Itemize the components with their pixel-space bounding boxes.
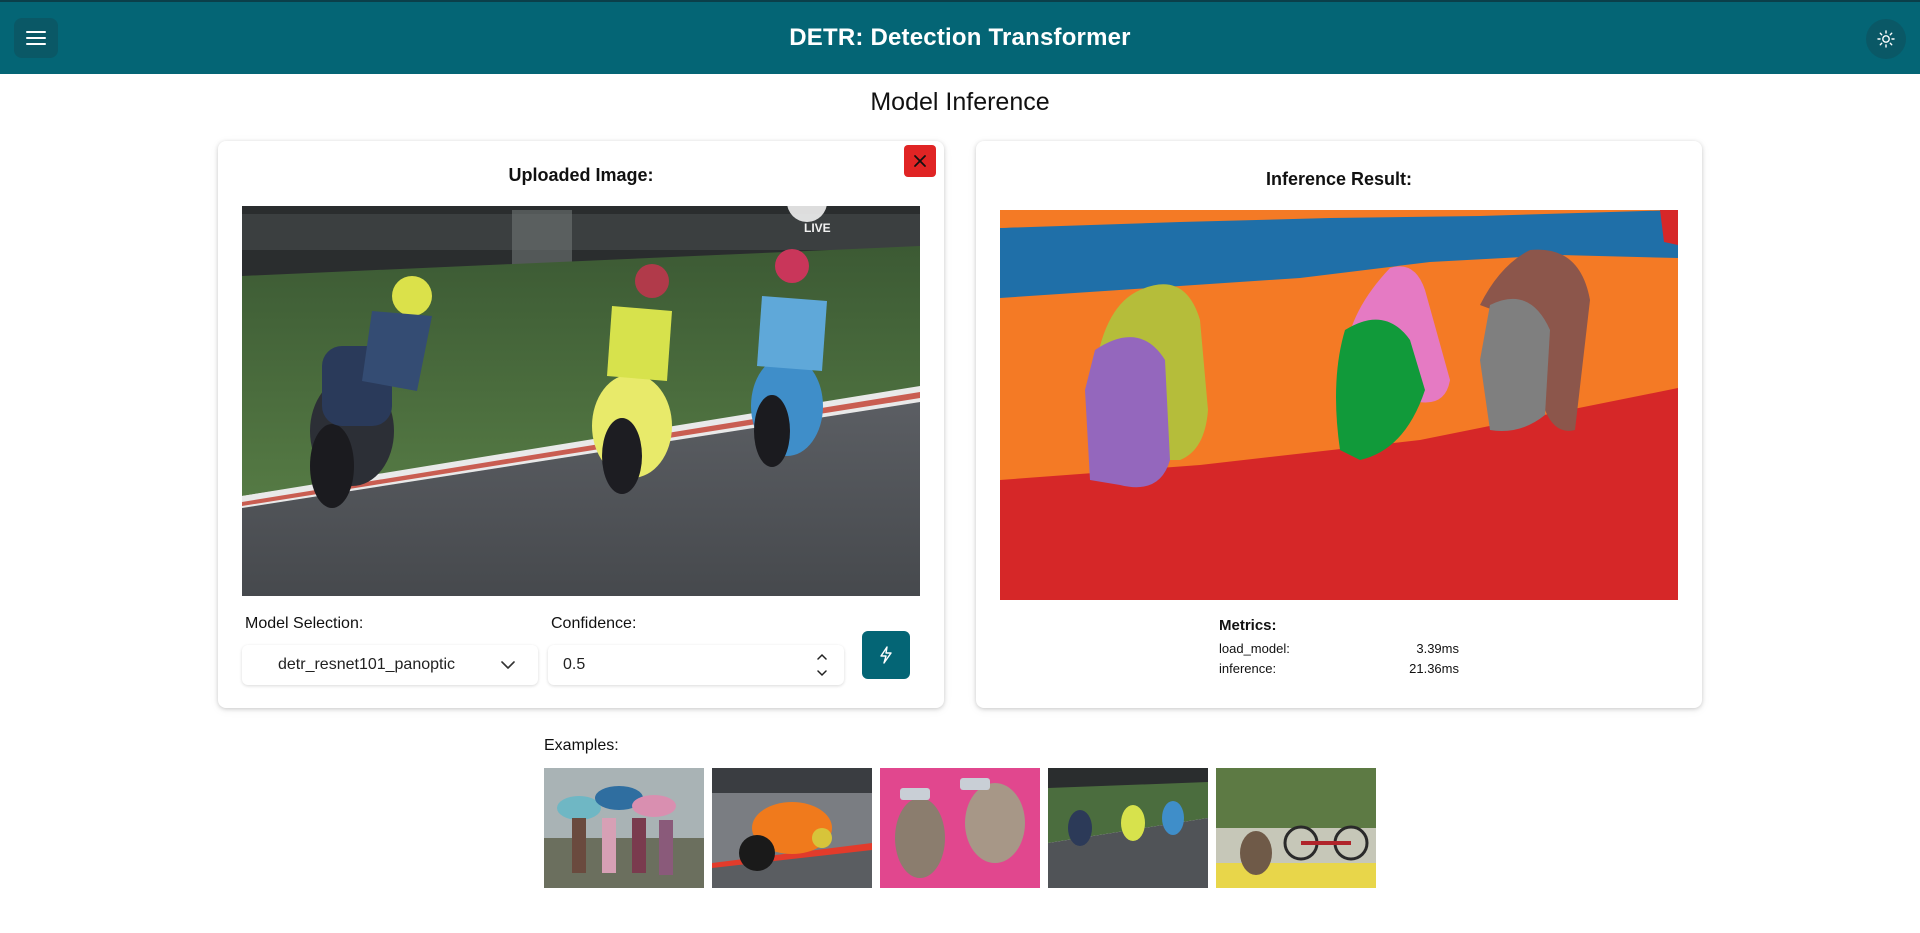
menu-button[interactable] [14, 18, 58, 58]
uploaded-image-heading: Uploaded Image: [508, 165, 654, 185]
chevron-down-icon [817, 670, 827, 677]
page-title: Model Inference [870, 88, 1050, 116]
upload-card: Uploaded Image: LIVE Model Selection: Co… [218, 141, 944, 708]
confidence-decrement-button[interactable] [814, 665, 830, 681]
lightning-icon [880, 646, 892, 664]
metric-name: load_model: [1219, 640, 1290, 656]
confidence-input[interactable] [563, 656, 763, 674]
confidence-field [548, 645, 844, 685]
metric-value: 21.36ms [1409, 660, 1459, 676]
chevron-down-icon [501, 661, 515, 669]
remove-image-button[interactable] [904, 145, 936, 177]
run-inference-button[interactable] [862, 631, 910, 679]
example-thumbnail-dog-bike[interactable] [1216, 768, 1376, 888]
confidence-increment-button[interactable] [814, 649, 830, 665]
model-select[interactable]: detr_resnet101_panoptic [242, 645, 538, 685]
uploaded-image: LIVE [242, 206, 920, 596]
hamburger-menu-icon [26, 31, 46, 45]
metrics-title: Metrics: [1219, 617, 1277, 634]
examples-gallery [544, 768, 1376, 888]
example-thumbnail-motorbike[interactable] [712, 768, 872, 888]
inference-result-heading: Inference Result: [1265, 169, 1413, 189]
examples-label: Examples: [544, 737, 619, 754]
segmentation-result-image [1000, 210, 1678, 600]
result-card: Inference Result: Metrics: load_model: 3… [976, 141, 1702, 708]
model-selection-label: Model Selection: [245, 615, 364, 632]
metrics-panel: Metrics: load_model: 3.39ms inference: 2… [1219, 617, 1459, 678]
model-select-value: detr_resnet101_panoptic [278, 656, 456, 673]
sun-icon [1877, 30, 1895, 48]
metric-value: 3.39ms [1416, 640, 1459, 656]
confidence-label: Confidence: [551, 615, 637, 632]
example-thumbnail-umbrellas[interactable] [544, 768, 704, 888]
metric-name: inference: [1219, 660, 1277, 676]
theme-toggle-button[interactable] [1866, 19, 1906, 59]
example-thumbnail-race[interactable] [1048, 768, 1208, 888]
chevron-up-icon [817, 653, 827, 660]
live-overlay-text: LIVE [804, 221, 831, 235]
close-icon [914, 155, 926, 167]
app-header: DETR: Detection Transformer [0, 0, 1920, 74]
metric-row-load-model: load_model: 3.39ms [1219, 638, 1459, 658]
example-thumbnail-cats[interactable] [880, 768, 1040, 888]
app-title: DETR: Detection Transformer [789, 24, 1131, 51]
metric-row-inference: inference: 21.36ms [1219, 658, 1459, 678]
